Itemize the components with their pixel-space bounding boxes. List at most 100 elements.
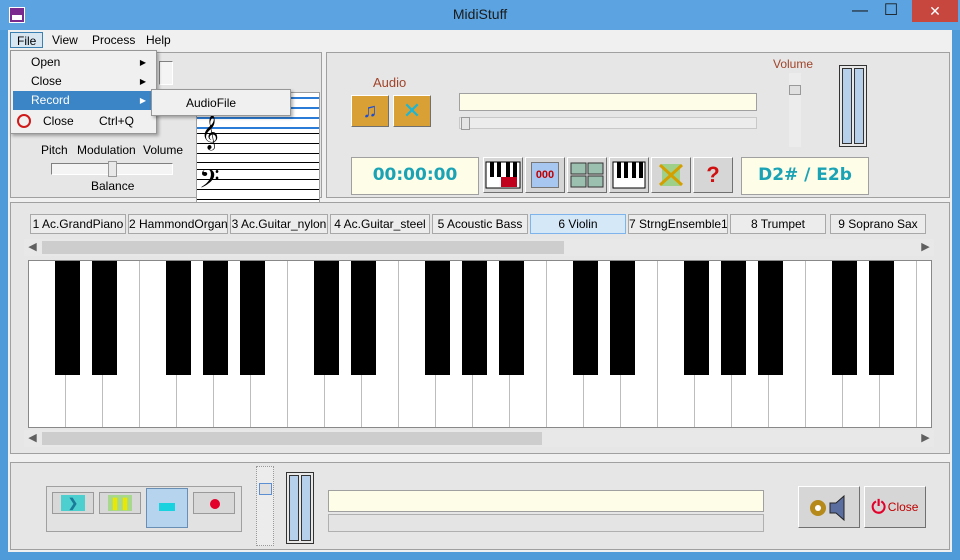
scroll-left-icon[interactable]: ◀ [24, 239, 41, 256]
pitch-label: Pitch [41, 143, 68, 157]
black-key[interactable] [351, 261, 376, 375]
stop-button[interactable] [146, 488, 188, 528]
keyboard-view-button[interactable] [483, 157, 523, 193]
pause-icon: ❚❚ [108, 495, 132, 511]
black-key[interactable] [684, 261, 709, 375]
instrument-tab[interactable]: 2 HammondOrgan [128, 214, 228, 234]
tools-button[interactable] [651, 157, 691, 193]
menu-item-open[interactable]: Open ▶ [13, 53, 154, 72]
audio-file-field[interactable] [459, 93, 757, 111]
maximize-button[interactable]: ☐ [876, 0, 906, 22]
speaker-gear-icon [810, 494, 845, 522]
scroll-right-icon[interactable]: ▶ [917, 239, 934, 256]
black-key[interactable] [721, 261, 746, 375]
balance-slider-thumb[interactable] [108, 161, 117, 177]
crossed-note-icon: ✕ [402, 98, 422, 123]
midi-progress-bar[interactable] [328, 514, 764, 532]
scroll-right-icon[interactable]: ▶ [917, 430, 934, 447]
menu-shortcut: Ctrl+Q [99, 114, 135, 128]
piano-keyboard[interactable] [28, 260, 932, 428]
menu-item-close-sub[interactable]: Close ▶ [13, 72, 154, 91]
menu-help[interactable]: Help [140, 32, 177, 48]
audio-note-button[interactable]: ♫ [351, 95, 389, 127]
close-window-button[interactable]: ✕ [912, 0, 958, 22]
black-key[interactable] [610, 261, 635, 375]
black-key[interactable] [55, 261, 80, 375]
bottom-level-meter [286, 472, 314, 544]
keyboard-scrollbar[interactable]: ◀ ▶ [24, 430, 934, 447]
black-key[interactable] [314, 261, 339, 375]
level-meter [839, 65, 867, 147]
play-icon: ❯ [61, 495, 85, 511]
scroll-thumb[interactable] [42, 241, 564, 254]
minimize-button[interactable]: — [845, 0, 875, 22]
black-key[interactable] [462, 261, 487, 375]
black-key[interactable] [832, 261, 857, 375]
stop-icon [159, 503, 175, 511]
audio-volume-slider[interactable] [789, 73, 801, 147]
audio-panel: Audio ♫ ✕ Volume 00:00:00 000 ? D2# / E2… [326, 52, 950, 198]
music-note-icon: ♫ [362, 99, 378, 122]
menu-item-record[interactable]: Record ▶ [13, 91, 154, 110]
power-icon: ⏻ [871, 496, 886, 517]
piano-keys-icon [485, 161, 521, 189]
black-key[interactable] [499, 261, 524, 375]
white-key[interactable] [917, 261, 931, 427]
help-button[interactable]: ? [693, 157, 733, 193]
black-key[interactable] [758, 261, 783, 375]
instrument-tab[interactable]: 3 Ac.Guitar_nylon [230, 214, 328, 234]
window-title: MidiStuff [452, 6, 508, 22]
modulation-label: Modulation [77, 143, 136, 157]
record-submenu: AudioFile [151, 89, 291, 116]
black-key[interactable] [425, 261, 450, 375]
submenu-arrow-icon: ▶ [139, 96, 146, 105]
balance-slider[interactable] [51, 161, 173, 177]
submenu-item-audiofile[interactable]: AudioFile [154, 93, 288, 113]
grid-layout-icon [570, 162, 604, 188]
audio-mute-button[interactable]: ✕ [393, 95, 431, 127]
piano-icon [612, 161, 646, 189]
volume-label: Volume [143, 143, 184, 157]
pause-button[interactable]: ❚❚ [99, 492, 141, 514]
black-key[interactable] [573, 261, 598, 375]
black-key[interactable] [203, 261, 228, 375]
menu-process[interactable]: Process [86, 32, 141, 48]
speaker-button[interactable] [798, 486, 860, 528]
play-button[interactable]: ❯ [52, 492, 94, 514]
instrument-tab[interactable]: 7 StrngEnsemble1 [628, 214, 728, 234]
submenu-arrow-icon: ▶ [139, 58, 146, 67]
instrument-tab[interactable]: 5 Acoustic Bass [432, 214, 528, 234]
menu-view[interactable]: View [46, 32, 84, 48]
close-app-button[interactable]: ⏻ Close [864, 486, 926, 528]
black-key[interactable] [166, 261, 191, 375]
bottom-volume-slider[interactable] [256, 466, 274, 546]
black-key[interactable] [92, 261, 117, 375]
counter-button[interactable]: 000 [525, 157, 565, 193]
menu-file[interactable]: File [10, 32, 44, 48]
scroll-left-icon[interactable]: ◀ [24, 430, 41, 447]
black-key[interactable] [869, 261, 894, 375]
file-menu-dropdown: Open ▶ Close ▶ Record ▶ Close Ctrl+Q [10, 50, 157, 134]
record-button[interactable] [193, 492, 235, 514]
instrument-tab[interactable]: 9 Soprano Sax [830, 214, 926, 234]
scroll-thumb[interactable] [42, 432, 542, 445]
close-app-label: Close [887, 500, 919, 514]
cross-tools-icon [658, 163, 684, 187]
audio-label: Audio [373, 75, 407, 90]
instrument-tab[interactable]: 1 Ac.GrandPiano [30, 214, 126, 234]
midi-file-field[interactable] [328, 490, 764, 512]
menu-bar: File View Process Help [8, 30, 952, 50]
menu-item-exit[interactable]: Close Ctrl+Q [13, 112, 154, 131]
piano-button[interactable] [609, 157, 649, 193]
close-icon: ✕ [929, 3, 941, 19]
layout-button[interactable] [567, 157, 607, 193]
instrument-tab[interactable]: 8 Trumpet [730, 214, 826, 234]
instrument-tab[interactable]: 6 Violin [530, 214, 626, 234]
note-display: D2# / E2b [741, 157, 869, 195]
black-key[interactable] [240, 261, 265, 375]
modulation-slider-track[interactable] [159, 61, 173, 85]
audio-progress-slider[interactable] [459, 117, 757, 130]
instrument-scrollbar[interactable]: ◀ ▶ [24, 239, 934, 256]
instrument-tab[interactable]: 4 Ac.Guitar_steel [330, 214, 430, 234]
title-bar: MidiStuff — ☐ ✕ [0, 0, 960, 30]
